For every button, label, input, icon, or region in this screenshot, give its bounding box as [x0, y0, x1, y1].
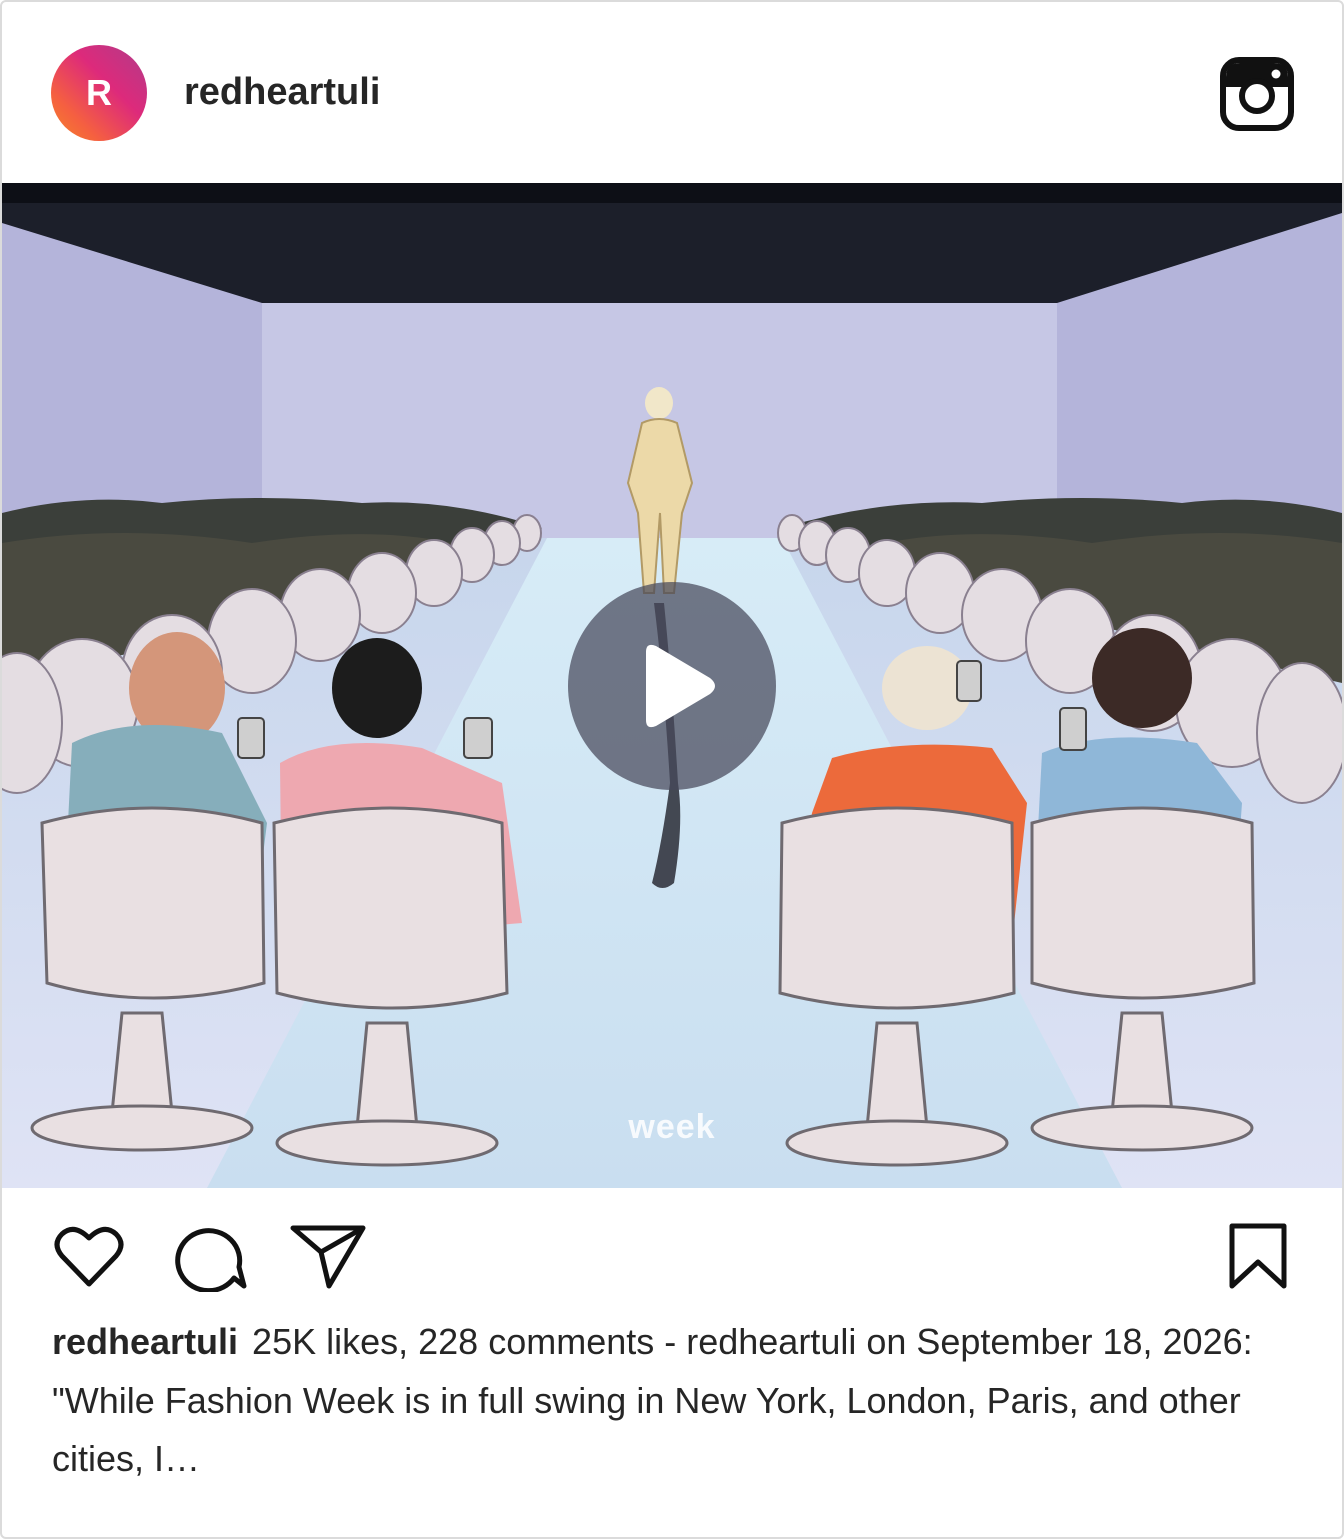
post-actions	[2, 1188, 1342, 1308]
comment-icon[interactable]	[172, 1222, 248, 1292]
post-caption: redheartuli 25K likes, 228 comments - red…	[52, 1313, 1292, 1489]
bookmark-icon[interactable]	[1227, 1222, 1289, 1290]
post-media[interactable]: week	[2, 183, 1342, 1188]
caption-username[interactable]: redheartuli	[52, 1321, 238, 1362]
send-icon[interactable]	[289, 1222, 367, 1290]
post-header: R redheartuli	[2, 2, 1342, 183]
post-card: R redheartuli week redheartuli 25K likes…	[0, 0, 1344, 1539]
avatar[interactable]: R	[51, 45, 147, 141]
post-username[interactable]: redheartuli	[184, 68, 380, 116]
instagram-icon[interactable]	[1220, 57, 1294, 131]
video-overlay-text: week	[628, 1108, 716, 1146]
heart-icon[interactable]	[54, 1224, 124, 1288]
play-icon	[646, 644, 715, 728]
play-button[interactable]	[568, 582, 776, 790]
